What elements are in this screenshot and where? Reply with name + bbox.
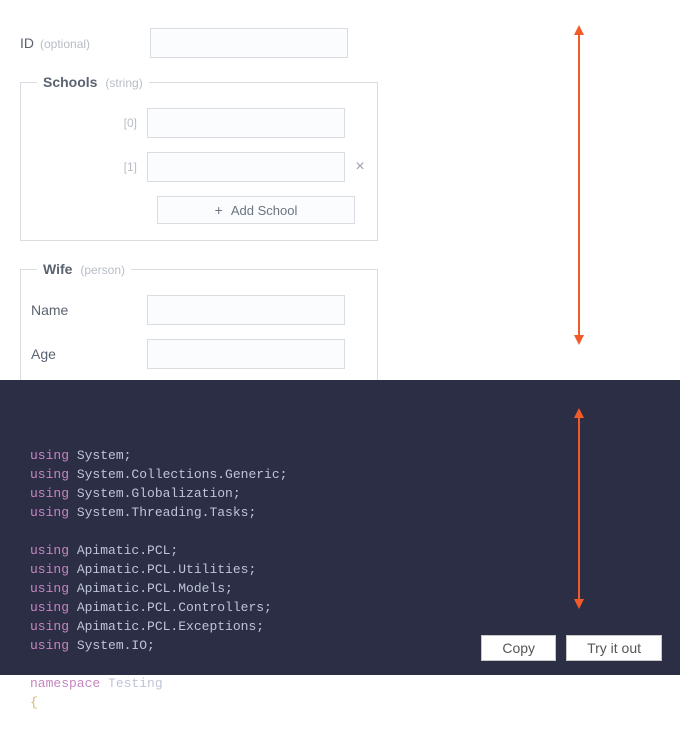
add-school-label: Add School [231,203,298,218]
id-row: ID (optional) [20,28,680,58]
wife-age-row: Age [31,339,367,369]
id-input[interactable] [150,28,348,58]
wife-group: Wife (person) Name Age [20,261,378,380]
schools-legend-hint: (string) [105,76,142,90]
id-label: ID [20,35,34,51]
code-block: using System;using System.Collections.Ge… [30,446,650,712]
wife-age-input[interactable] [147,339,345,369]
wife-name-row: Name [31,295,367,325]
wife-legend-hint: (person) [80,263,125,277]
wife-age-label: Age [31,346,56,362]
copy-button[interactable]: Copy [481,635,556,661]
id-hint: (optional) [40,37,90,51]
schools-group: Schools (string) [0] [1] × + Add School [20,74,378,241]
wife-age-label-area: Age [31,346,147,362]
schools-item-0-input[interactable] [147,108,345,138]
schools-legend-label: Schools [43,74,97,90]
form-pane: ID (optional) Schools (string) [0] [1] ×… [0,0,680,380]
wife-legend: Wife (person) [37,261,131,277]
plus-icon: + [215,203,223,217]
schools-item-0-index: [0] [31,116,147,130]
schools-item-1-index: [1] [31,160,147,174]
schools-item-1-input[interactable] [147,152,345,182]
code-buttons: Copy Try it out [481,635,662,661]
close-icon[interactable]: × [353,159,367,175]
add-school-button[interactable]: + Add School [157,196,355,224]
schools-legend: Schools (string) [37,74,149,90]
code-pane: using System;using System.Collections.Ge… [0,380,680,675]
try-it-out-button[interactable]: Try it out [566,635,662,661]
schools-item-1: [1] × [31,152,367,182]
wife-name-label: Name [31,302,68,318]
wife-name-label-area: Name [31,302,147,318]
wife-name-input[interactable] [147,295,345,325]
wife-legend-label: Wife [43,261,72,277]
schools-item-0: [0] [31,108,367,138]
id-label-area: ID (optional) [20,35,150,51]
